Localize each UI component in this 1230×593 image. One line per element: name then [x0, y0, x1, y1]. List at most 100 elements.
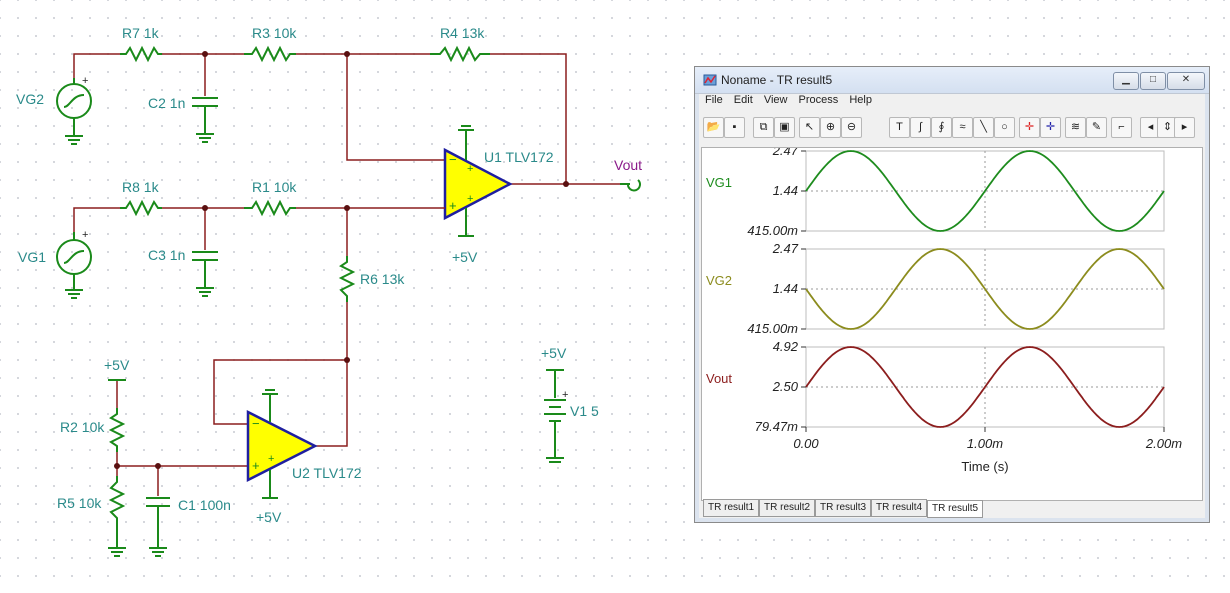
- draw-curve-icon[interactable]: ∫: [910, 117, 931, 138]
- resistor-r6[interactable]: R6 13k: [338, 256, 405, 302]
- tr-result-window[interactable]: Noname - TR result5 ▁ □ ✕ File Edit View…: [694, 66, 1210, 523]
- battery-v1[interactable]: + +5V V1 5: [541, 345, 599, 463]
- next-icon[interactable]: ▸: [1174, 117, 1195, 138]
- tab-tr-result2[interactable]: TR result2: [759, 499, 816, 517]
- svg-text:+: +: [82, 229, 88, 241]
- svg-text:+: +: [562, 389, 568, 401]
- window-titlebar[interactable]: Noname - TR result5 ▁ □ ✕: [695, 67, 1209, 94]
- waveform-plot: 2.47 1.44 415.00m VG1 2.47 1.44 415.00m VG2 4.92…: [706, 143, 1182, 474]
- c2-label: C2 1n: [148, 95, 185, 111]
- y-tick-label: 79.47m: [755, 419, 799, 434]
- vout-terminal[interactable]: Vout: [614, 157, 642, 192]
- resistor-r4[interactable]: R4 13k: [430, 25, 490, 63]
- open-icon[interactable]: 📂: [703, 117, 724, 138]
- r1-label: R1 10k: [252, 179, 297, 195]
- y-tick-label: 1.44: [773, 281, 798, 296]
- cursor-b-icon[interactable]: ✛: [1040, 117, 1061, 138]
- window-title: Noname - TR result5: [721, 73, 833, 87]
- vg1-label: VG1: [18, 249, 46, 265]
- copy-icon[interactable]: ⧉: [753, 117, 774, 138]
- v1-label: V1 5: [570, 403, 599, 419]
- capacitor-c2[interactable]: C2 1n: [148, 95, 218, 143]
- toolbar: 📂 ▪ ⧉ ▣ ↖ ⊕ ⊖ T ∫ ∮ ≈ ╲ ○ ✛ ✛ ≋ ✎ ⌐ ◂ ⇕ …: [703, 115, 1195, 141]
- source-vg1[interactable]: + VG1: [18, 229, 92, 299]
- y-tick-label: 2.47: [772, 241, 799, 256]
- svg-text:+: +: [467, 163, 473, 175]
- draw-curve2-icon[interactable]: ∮: [931, 117, 952, 138]
- paste-icon[interactable]: ▣: [774, 117, 795, 138]
- opamp-u2[interactable]: − + + U2 TLV172 +5V: [246, 389, 362, 525]
- r2-supply-label: +5V: [104, 357, 130, 373]
- resistor-r5[interactable]: R5 10k: [57, 476, 126, 557]
- app-icon: [703, 74, 717, 86]
- add-trace-icon[interactable]: ≋: [1065, 117, 1086, 138]
- u2-label: U2 TLV172: [292, 465, 362, 481]
- maximize-button[interactable]: □: [1140, 72, 1166, 90]
- opamp-u1[interactable]: − + + + U1 TLV172 +5V: [443, 125, 554, 265]
- cursor-a-icon[interactable]: ✛: [1019, 117, 1040, 138]
- resistor-r7[interactable]: R7 1k: [120, 25, 162, 63]
- svg-text:+: +: [252, 458, 260, 473]
- svg-text:+: +: [82, 75, 88, 87]
- r6-label: R6 13k: [360, 271, 405, 287]
- series-name-vout: Vout: [706, 371, 732, 386]
- y-tick-label: 2.47: [772, 148, 799, 158]
- svg-text:+: +: [467, 193, 473, 205]
- line-icon[interactable]: ╲: [973, 117, 994, 138]
- plot-area[interactable]: 2.47 1.44 415.00m VG1 2.47 1.44 415.00m VG2 4.92…: [701, 143, 1203, 501]
- menu-help[interactable]: Help: [849, 94, 872, 106]
- zoom-in-icon[interactable]: ⊕: [820, 117, 841, 138]
- capacitor-c1[interactable]: C1 100n: [146, 497, 231, 557]
- pen-icon[interactable]: ✎: [1086, 117, 1107, 138]
- svg-text:−: −: [252, 416, 260, 431]
- resistor-r3[interactable]: R3 10k: [244, 25, 297, 63]
- source-vg2[interactable]: + VG2: [16, 75, 92, 145]
- resistor-r8[interactable]: R8 1k: [120, 179, 162, 217]
- tab-tr-result3[interactable]: TR result3: [815, 499, 872, 517]
- wire-top: [73, 51, 620, 187]
- y-tick-label: 4.92: [773, 339, 799, 354]
- menu-file[interactable]: File: [705, 94, 723, 106]
- svg-text:+: +: [268, 453, 274, 465]
- svg-text:−: −: [449, 152, 457, 167]
- text-icon[interactable]: T: [889, 117, 910, 138]
- x-axis-label: Time (s): [961, 459, 1008, 474]
- vout-label: Vout: [614, 157, 642, 173]
- tab-tr-result1[interactable]: TR result1: [703, 499, 760, 517]
- capacitor-c3[interactable]: C3 1n: [148, 247, 218, 297]
- tab-tr-result4[interactable]: TR result4: [871, 499, 928, 517]
- r5-label: R5 10k: [57, 495, 102, 511]
- menu-process[interactable]: Process: [799, 94, 839, 106]
- draw-curve3-icon[interactable]: ≈: [952, 117, 973, 138]
- series-name-vg2: VG2: [706, 273, 732, 288]
- step-icon[interactable]: ⌐: [1111, 117, 1132, 138]
- pointer-icon[interactable]: ↖: [799, 117, 820, 138]
- circle-icon[interactable]: ○: [994, 117, 1015, 138]
- resistor-r2[interactable]: +5V R2 10k: [60, 357, 130, 452]
- y-tick-label: 415.00m: [747, 321, 798, 336]
- minimize-button[interactable]: ▁: [1113, 72, 1139, 90]
- wire-mid: [73, 205, 445, 447]
- menu-bar: File Edit View Process Help: [699, 94, 1205, 112]
- tab-tr-result5[interactable]: TR result5: [927, 500, 984, 518]
- close-button[interactable]: ✕: [1167, 72, 1205, 90]
- u2-supply-label: +5V: [256, 509, 282, 525]
- r2-label: R2 10k: [60, 419, 105, 435]
- r3-label: R3 10k: [252, 25, 297, 41]
- schematic-canvas: R7 1k R3 10k R4 13k C2 1n + VG2 − + + + …: [16, 25, 642, 557]
- save-icon[interactable]: ▪: [724, 117, 745, 138]
- c3-label: C3 1n: [148, 247, 185, 263]
- u1-supply-label: +5V: [452, 249, 478, 265]
- y-tick-label: 2.50: [772, 379, 799, 394]
- zoom-out-icon[interactable]: ⊖: [841, 117, 862, 138]
- r4-label: R4 13k: [440, 25, 485, 41]
- wire-bias: [114, 380, 248, 496]
- y-tick-label: 415.00m: [747, 223, 798, 238]
- y-tick-label: 1.44: [773, 183, 798, 198]
- resistor-r1[interactable]: R1 10k: [244, 179, 297, 217]
- menu-edit[interactable]: Edit: [734, 94, 753, 106]
- x-tick-label: 1.00m: [967, 436, 1003, 451]
- c1-label: C1 100n: [178, 497, 231, 513]
- menu-view[interactable]: View: [764, 94, 788, 106]
- r7-label: R7 1k: [122, 25, 160, 41]
